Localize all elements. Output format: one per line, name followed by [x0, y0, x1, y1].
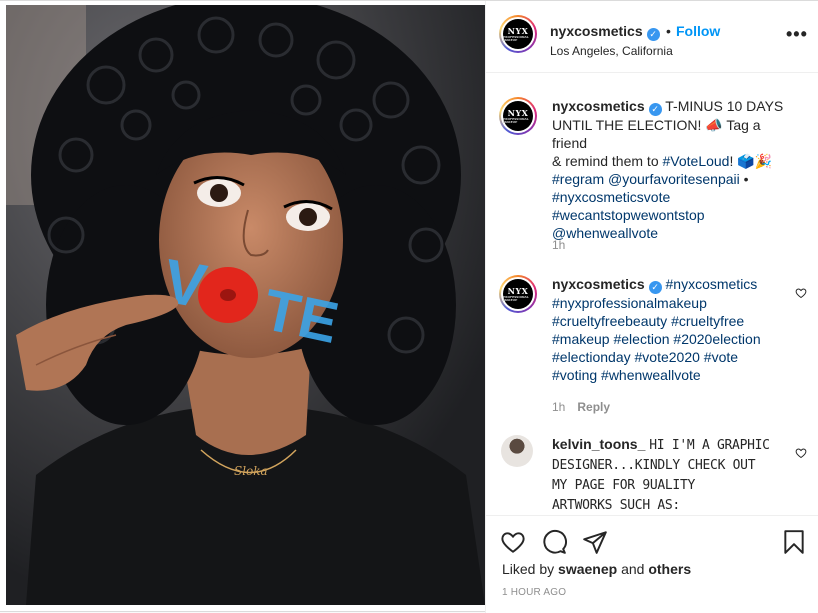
comment-like-heart-icon[interactable] [795, 287, 807, 299]
nyx-logo: NYX PROFESSIONAL MAKEUP [503, 279, 533, 309]
verified-icon: ✓ [648, 103, 662, 116]
comment-text: kelvin_toons_ HI I'M A GRAPHIC DESIGNER.… [552, 436, 770, 513]
header-separator: • [666, 23, 671, 39]
post-side-panel: NYX PROFESSIONAL MAKEUP nyxcosmetics ✓ • F… [485, 1, 818, 613]
post-header: NYX PROFESSIONAL MAKEUP nyxcosmetics ✓ • F… [486, 1, 818, 73]
comment-like-heart-icon[interactable] [795, 447, 807, 459]
follow-button[interactable]: Follow [676, 23, 720, 39]
hashtag-link[interactable]: #nyxprofessionalmakeup [552, 295, 707, 311]
liked-by-user[interactable]: swaenep [558, 561, 617, 577]
comments-list[interactable]: NYX PROFESSIONAL MAKEUP nyxcosmetics ✓ T-M… [486, 73, 818, 515]
svg-text:Sloka: Sloka [234, 464, 268, 478]
mention-link[interactable]: @whenweallvote [552, 225, 658, 241]
avatar[interactable] [501, 435, 533, 467]
hashtag-link[interactable]: #VoteLoud [663, 153, 730, 169]
comment-text: nyxcosmetics ✓ #nyxcosmetics #nyxprofessi… [552, 275, 792, 384]
verified-icon: ✓ [648, 281, 662, 294]
post-photo[interactable]: Sloka V TE [6, 5, 485, 605]
comment-icon[interactable] [541, 529, 567, 555]
bookmark-icon[interactable] [781, 529, 807, 555]
nyx-logo: NYX PROFESSIONAL MAKEUP [503, 19, 533, 49]
header-username[interactable]: nyxcosmetics ✓ [550, 23, 660, 41]
post-timestamp[interactable]: 1 HOUR AGO [502, 587, 566, 598]
post-actions: Liked by swaenep and others 1 HOUR AGO [486, 515, 818, 613]
avatar[interactable]: NYX PROFESSIONAL MAKEUP [499, 15, 537, 53]
heart-icon[interactable] [500, 529, 526, 555]
caption-username[interactable]: nyxcosmetics [552, 98, 645, 114]
hashtag-link[interactable]: #crueltyfreebeauty #crueltyfree [552, 313, 744, 329]
avatar[interactable]: NYX PROFESSIONAL MAKEUP [499, 97, 537, 135]
more-options-icon[interactable]: ••• [786, 25, 808, 43]
comment-username[interactable]: kelvin_toons_ [552, 436, 645, 452]
share-icon[interactable] [582, 529, 608, 555]
comment-username[interactable]: nyxcosmetics [552, 276, 645, 292]
nyx-logo: NYX PROFESSIONAL MAKEUP [503, 101, 533, 131]
hashtag-link[interactable]: #voting #whenweallvote [552, 367, 701, 383]
liked-by-others[interactable]: others [648, 561, 691, 577]
caption-text: nyxcosmetics ✓ T-MINUS 10 DAYS UNTIL THE … [552, 98, 784, 241]
hashtag-link[interactable]: #electionday #vote2020 #vote [552, 349, 738, 365]
hashtag-link[interactable]: #nyxcosmetics [666, 276, 758, 292]
comment-meta: 1h Reply [552, 400, 610, 414]
location-link[interactable]: Los Angeles, California [550, 44, 673, 58]
hashtag-link[interactable]: #regram @yourfavoritesenpaii [552, 171, 740, 187]
hashtag-link[interactable]: #nyxcosmeticsvote [552, 189, 670, 205]
comment-time[interactable]: 1h [552, 400, 565, 414]
hashtag-link[interactable]: #wecantstopwewontstop [552, 207, 705, 223]
reply-button[interactable]: Reply [577, 400, 610, 414]
instagram-post: Sloka V TE NYX PROFESSIONAL MAKEUP nyxco… [0, 0, 818, 613]
caption-meta: 1h [552, 238, 565, 252]
likes-summary: Liked by swaenep and others [502, 561, 692, 577]
avatar[interactable]: NYX PROFESSIONAL MAKEUP [499, 275, 537, 313]
selfie-image: Sloka V TE [6, 5, 485, 605]
hashtag-link[interactable]: #makeup #election #2020election [552, 331, 761, 347]
comment-time[interactable]: 1h [552, 238, 565, 252]
verified-icon: ✓ [646, 28, 660, 41]
